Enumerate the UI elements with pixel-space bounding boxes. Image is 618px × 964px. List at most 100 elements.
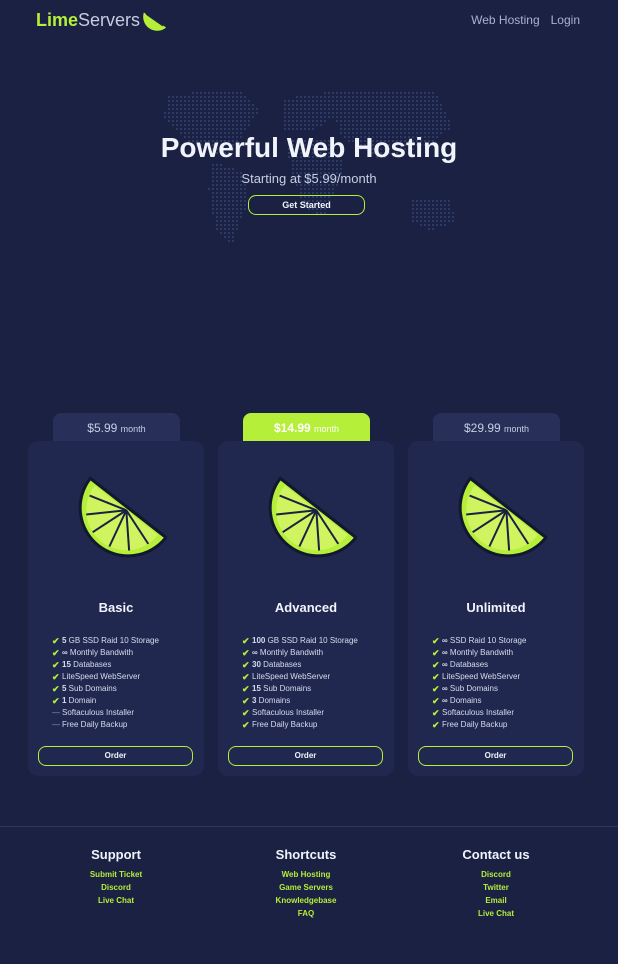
footer-link-twitter[interactable]: Twitter [406, 881, 586, 894]
footer-link-discord[interactable]: Discord [26, 881, 206, 894]
lime-slice-icon [143, 12, 167, 31]
logo[interactable]: Lime Servers [36, 8, 168, 32]
map-dot [388, 116, 390, 118]
map-dot [232, 224, 234, 226]
map-dot [388, 112, 390, 114]
map-dot [184, 112, 186, 114]
map-dot [240, 216, 242, 218]
plan-price-unit: month [120, 424, 146, 434]
footer-link-faq[interactable]: FAQ [216, 907, 396, 920]
map-dot [420, 212, 422, 214]
check-icon: ✔ [242, 648, 250, 658]
map-dot [404, 112, 406, 114]
map-dot [172, 120, 174, 122]
feature-text: SSD Raid 10 Storage [447, 636, 527, 645]
map-dot [336, 168, 338, 170]
map-dot [364, 104, 366, 106]
nav-link-login[interactable]: Login [551, 13, 580, 27]
map-dot [332, 168, 334, 170]
map-dot [304, 112, 306, 114]
footer-link-discord[interactable]: Discord [406, 868, 586, 881]
map-dot [380, 112, 382, 114]
map-dot [216, 128, 218, 130]
map-dot [212, 204, 214, 206]
check-icon: ✔ [432, 696, 440, 706]
map-dot [400, 124, 402, 126]
map-dot [372, 96, 374, 98]
footer-link-game-servers[interactable]: Game Servers [216, 881, 396, 894]
footer-link-web-hosting[interactable]: Web Hosting [216, 868, 396, 881]
map-dot [352, 112, 354, 114]
map-dot [300, 96, 302, 98]
map-dot [312, 120, 314, 122]
map-dot [344, 112, 346, 114]
map-dot [180, 104, 182, 106]
feature-item: ✔ Softaculous Installer [242, 707, 358, 719]
map-dot [368, 112, 370, 114]
footer-link-knowledgebase[interactable]: Knowledgebase [216, 894, 396, 907]
order-button[interactable]: Order [38, 746, 193, 766]
get-started-button[interactable]: Get Started [248, 195, 365, 215]
map-dot [424, 112, 426, 114]
map-dot [356, 96, 358, 98]
map-dot [352, 92, 354, 94]
map-dot [236, 120, 238, 122]
map-dot [244, 96, 246, 98]
check-icon: ✔ [242, 696, 250, 706]
map-dot [356, 124, 358, 126]
map-dot [368, 108, 370, 110]
map-dot [376, 100, 378, 102]
footer-link-email[interactable]: Email [406, 894, 586, 907]
map-dot [236, 96, 238, 98]
map-dot [324, 188, 326, 190]
map-dot [188, 100, 190, 102]
map-dot [316, 104, 318, 106]
map-dot [228, 220, 230, 222]
map-dot [252, 116, 254, 118]
map-dot [244, 100, 246, 102]
dash-icon: — [52, 720, 60, 729]
map-dot [200, 92, 202, 94]
map-dot [384, 108, 386, 110]
check-icon: ✔ [432, 708, 440, 718]
footer-link-live-chat[interactable]: Live Chat [406, 907, 586, 920]
map-dot [400, 128, 402, 130]
map-dot [220, 224, 222, 226]
map-dot [308, 100, 310, 102]
map-dot [208, 188, 210, 190]
nav-link-web-hosting[interactable]: Web Hosting [471, 13, 539, 27]
map-dot [352, 104, 354, 106]
feature-text: Domains [447, 696, 482, 705]
map-dot [216, 124, 218, 126]
footer-link-live-chat[interactable]: Live Chat [26, 894, 206, 907]
map-dot [380, 120, 382, 122]
map-dot [232, 104, 234, 106]
order-button[interactable]: Order [228, 746, 383, 766]
map-dot [244, 108, 246, 110]
map-dot [344, 108, 346, 110]
map-dot [420, 120, 422, 122]
map-dot [360, 124, 362, 126]
footer-heading: Contact us [462, 847, 530, 862]
map-dot [416, 124, 418, 126]
map-dot [200, 108, 202, 110]
map-dot [180, 96, 182, 98]
map-dot [396, 100, 398, 102]
map-dot [300, 120, 302, 122]
map-dot [240, 212, 242, 214]
map-dot [244, 192, 246, 194]
map-dot [380, 100, 382, 102]
map-dot [396, 104, 398, 106]
map-dot [304, 188, 306, 190]
map-dot [424, 216, 426, 218]
map-dot [408, 96, 410, 98]
footer-link-submit-ticket[interactable]: Submit Ticket [26, 868, 206, 881]
map-dot [440, 128, 442, 130]
map-dot [180, 112, 182, 114]
map-dot [176, 112, 178, 114]
map-dot [172, 96, 174, 98]
map-dot [296, 96, 298, 98]
order-button[interactable]: Order [418, 746, 573, 766]
map-dot [372, 124, 374, 126]
map-dot [324, 168, 326, 170]
